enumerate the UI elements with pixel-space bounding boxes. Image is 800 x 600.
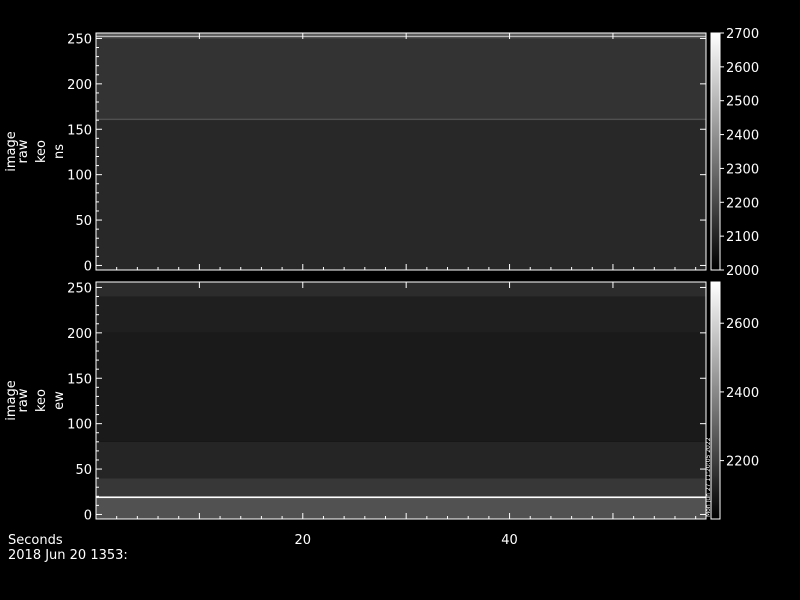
colorbar-tick-label: 2400 <box>726 386 759 401</box>
xaxis-label: Seconds <box>8 533 63 548</box>
ytick-label: 0 <box>84 259 92 274</box>
heatmap-band-6 <box>96 296 706 333</box>
colorbar-tick-label: 2400 <box>726 129 759 144</box>
ylabel-word: raw <box>16 139 31 163</box>
colorbar <box>710 32 721 271</box>
colorbar-tick-label: 2600 <box>726 317 759 332</box>
ytick-label: 150 <box>67 372 92 387</box>
xtick-label: 40 <box>501 533 518 548</box>
ylabel-word: raw <box>16 388 31 412</box>
heatmap-band-4 <box>96 36 706 39</box>
keogram-figure: 050100150200250imageraw keo ns200021002200… <box>4 27 759 563</box>
colorbar-tick-label: 2200 <box>726 455 759 470</box>
colorbar-tick-label: 2100 <box>726 230 759 245</box>
ylabel-word: keo <box>34 140 49 163</box>
ylabel-word: ns <box>52 144 67 159</box>
heatmap-band-7 <box>96 282 706 297</box>
panel-1: 050100150200250imageraw keo ns200021002200… <box>4 27 759 279</box>
ytick-label: 50 <box>75 214 92 229</box>
ylabel-word: keo <box>34 389 49 412</box>
ytick-label: 100 <box>67 169 92 184</box>
panel-2: 05010015020025020 40imageraw keo ew22002400… <box>4 281 759 548</box>
heatmap-band-4 <box>96 441 706 479</box>
ytick-label: 50 <box>75 463 92 478</box>
colorbar <box>710 281 721 520</box>
colorbar-tick-label: 2700 <box>726 27 759 42</box>
heatmap-band-1 <box>96 498 706 519</box>
colorbar-tick-label: 2200 <box>726 196 759 211</box>
ytick-label: 150 <box>67 123 92 138</box>
heatmap-band-5 <box>96 332 706 442</box>
date-stamp: 2018 Jun 20 1353: <box>8 548 128 563</box>
heatmap-band-2 <box>96 118 706 121</box>
heatmap-band-2 <box>96 496 706 499</box>
colorbar-tick-label: 2600 <box>726 61 759 76</box>
colorbar-tick-label: 2300 <box>726 162 759 177</box>
ylabel-word: ew <box>52 391 67 410</box>
xtick-label: 20 <box>295 533 312 548</box>
heatmap-band-3 <box>96 38 706 119</box>
colorbar-side-label: Mon Jun 27 11:20:05 2022 <box>705 437 712 517</box>
ytick-label: 100 <box>67 418 92 433</box>
colorbar-tick-label: 2000 <box>726 264 759 279</box>
colorbar-tick-label: 2500 <box>726 95 759 110</box>
ytick-label: 200 <box>67 78 92 93</box>
ytick-label: 250 <box>67 281 92 296</box>
heatmap-band-3 <box>96 478 706 497</box>
ytick-label: 200 <box>67 327 92 342</box>
ytick-label: 250 <box>67 32 92 47</box>
heatmap-band-5 <box>96 35 706 37</box>
ytick-label: 0 <box>84 508 92 523</box>
heatmap-band-1 <box>96 120 706 270</box>
